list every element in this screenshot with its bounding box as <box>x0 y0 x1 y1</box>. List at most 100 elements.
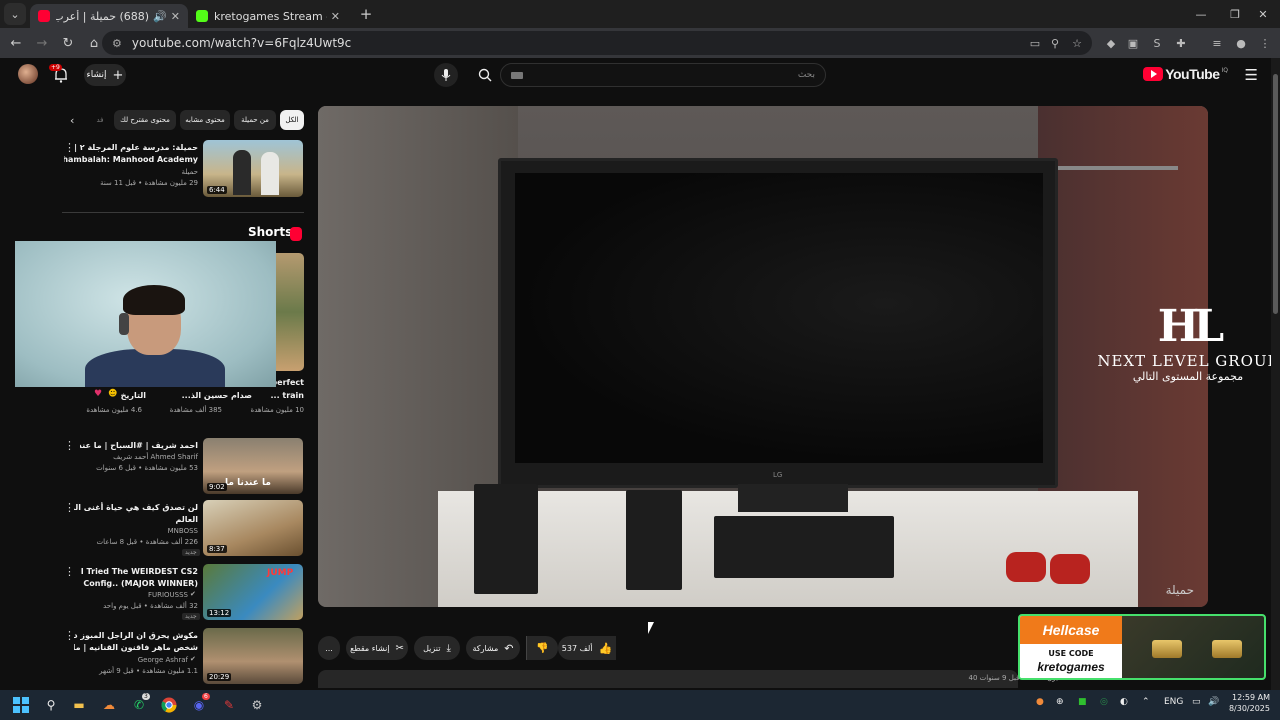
channel-name[interactable]: FURIOUSSS <box>80 590 188 600</box>
channel-name[interactable]: MNBOSS <box>80 526 198 536</box>
streamer-webcam <box>15 241 276 387</box>
scrollbar-thumb[interactable] <box>1273 74 1278 314</box>
video-menu-icon[interactable]: ⋮ <box>64 565 75 578</box>
cast-icon[interactable]: ▭ <box>1026 34 1044 52</box>
short-title[interactable]: صدام حسين الذ... <box>168 390 252 401</box>
video-title[interactable]: مكوش يحرق ان الراجل المبوز دا بيه <box>74 630 198 641</box>
network-icon[interactable]: ▭ <box>1192 697 1201 707</box>
verified-icon: ✔ <box>190 655 196 663</box>
input-language[interactable]: ENG <box>1164 697 1183 707</box>
steam-icon[interactable]: ◐ <box>1120 697 1128 707</box>
search-button[interactable] <box>472 63 498 87</box>
zoom-icon[interactable]: ⚲ <box>1046 34 1064 52</box>
video-thumbnail[interactable]: JUMP 13:12 <box>203 564 303 620</box>
bookmark-star-icon[interactable]: ☆ <box>1068 34 1086 52</box>
close-window-icon[interactable]: ✕ <box>1246 0 1280 28</box>
search-icon[interactable]: ⚲ <box>42 696 60 714</box>
back-icon[interactable]: ← <box>4 36 28 51</box>
video-thumbnail[interactable]: 6:44 <box>203 140 303 197</box>
video-menu-icon[interactable]: ⋮ <box>64 141 75 154</box>
video-title[interactable]: حميلة: مدرسة علوم المرجلة ٢ | 2 <box>74 142 198 153</box>
media-control-icon[interactable]: ≡ <box>1208 34 1226 52</box>
profile-icon[interactable]: ● <box>1232 34 1250 52</box>
extension-icon[interactable]: S <box>1148 34 1166 52</box>
chip-similar[interactable]: محتوى مشابه <box>180 110 230 130</box>
windows-start-icon[interactable] <box>12 696 30 714</box>
video-thumbnail[interactable]: 20:29 <box>203 628 303 684</box>
video-title[interactable]: Config.. (MAJOR WINNER) <box>80 578 198 589</box>
hellcase-code: kretogames <box>1037 660 1105 674</box>
minimize-icon[interactable]: — <box>1184 0 1218 28</box>
whatsapp-badge: 3 <box>142 693 150 700</box>
like-button[interactable]: 537 ألف 👍 <box>558 636 616 660</box>
channel-name[interactable]: Ahmed Sharif أحمد شريف <box>80 452 198 462</box>
chip-recommended[interactable]: محتوى مقترح لك <box>114 110 176 130</box>
account-avatar[interactable] <box>18 64 38 84</box>
tray-chevron-icon[interactable]: ⌃ <box>1142 697 1150 707</box>
tab-kretogames[interactable]: kretogames Stream - Watch Live ✕ <box>188 4 348 28</box>
cloud-app-icon[interactable]: ☁ <box>100 696 118 714</box>
short-title[interactable]: train ... <box>262 390 304 401</box>
video-thumbnail[interactable]: 8:37 <box>203 500 303 556</box>
more-actions-button[interactable]: ... <box>318 636 340 660</box>
video-menu-icon[interactable]: ⋮ <box>64 629 75 642</box>
browser-menu-icon[interactable]: ⋮ <box>1256 34 1274 52</box>
tab-close-icon[interactable]: ✕ <box>331 10 340 23</box>
new-tab-icon[interactable]: + <box>354 5 378 23</box>
video-title[interactable]: لن تصدق كيف هي حياة أغنى المراهقين في <box>74 502 198 513</box>
clip-button[interactable]: إنشاء مقطع ✂ <box>346 636 408 660</box>
chip-from-channel[interactable]: من حميلة <box>234 110 276 130</box>
youtube-logo[interactable]: YouTube IQ <box>1143 66 1228 82</box>
app-icon[interactable]: ✎ <box>220 696 238 714</box>
file-explorer-icon[interactable]: ▬ <box>70 696 88 714</box>
channel-name[interactable]: حميلة <box>80 167 198 177</box>
nlg-arabic-name: مجموعة المستوى التالي <box>1132 370 1244 383</box>
tray-icon[interactable]: ◎ <box>1100 697 1108 707</box>
share-label: مشاركة <box>472 643 499 653</box>
site-info-icon[interactable]: ⚙ <box>112 37 122 50</box>
video-player[interactable]: LG حميلة <box>318 106 1208 607</box>
video-title[interactable]: العالم <box>74 514 198 525</box>
video-menu-icon[interactable]: ⋮ <box>64 439 75 452</box>
reload-icon[interactable]: ↻ <box>56 36 80 51</box>
hamburger-menu-icon[interactable]: ☰ <box>1245 66 1258 84</box>
video-duration: 6:44 <box>207 186 227 194</box>
dislike-button[interactable]: 👎 <box>526 636 558 660</box>
tray-icon[interactable]: ■ <box>1078 697 1087 707</box>
video-thumbnail[interactable]: ما عندنا ما 9:02 <box>203 438 303 494</box>
extension-icon[interactable]: ▣ <box>1124 34 1142 52</box>
puzzle-icon[interactable]: ✚ <box>1172 34 1190 52</box>
download-button[interactable]: تنزيل ⤓ <box>414 636 460 660</box>
scene-speaker <box>626 490 682 590</box>
chrome-icon[interactable] <box>160 696 178 714</box>
video-title[interactable]: احمد شريف | #السباح | ما عندنا مانع ! <box>80 440 198 451</box>
short-thumbnail[interactable] <box>276 253 304 371</box>
audio-icon[interactable]: 🔊 <box>153 10 167 23</box>
video-menu-icon[interactable]: ⋮ <box>64 501 75 514</box>
steam-like-icon[interactable]: ⚙ <box>248 696 266 714</box>
create-button[interactable]: إنشاء + <box>84 64 126 86</box>
channel-name[interactable]: George Ashraf <box>80 655 188 665</box>
logo-text: YouTube <box>1165 66 1220 82</box>
new-badge: جديد <box>182 613 200 620</box>
tab-youtube[interactable]: (688) حميلة | أعرب - YouTube 🔊 ✕ <box>30 4 188 28</box>
video-title[interactable]: Khambalah: Manhood Academy <box>64 154 198 165</box>
keyboard-icon[interactable] <box>511 72 523 79</box>
tray-icon[interactable]: ● <box>1036 697 1044 707</box>
share-button[interactable]: مشاركة ↶ <box>466 636 520 660</box>
tab-close-icon[interactable]: ✕ <box>171 10 180 23</box>
volume-icon[interactable]: 🔊 <box>1208 697 1219 707</box>
video-title[interactable]: شخص ماهر فاقنون القنانيه | ملخص فيلم ... <box>74 642 198 653</box>
tab-search-icon[interactable]: ⌄ <box>4 3 26 25</box>
voice-search-button[interactable] <box>434 63 458 87</box>
address-bar[interactable]: ⚙ youtube.com/watch?v=6Fqlz4Uwt9c <box>102 31 1092 55</box>
video-title[interactable]: I Tried The WEIRDEST CS2 <box>80 566 198 577</box>
forward-icon[interactable]: → <box>30 36 54 51</box>
system-clock[interactable]: 12:59 AM 8/30/2025 <box>1226 692 1270 714</box>
tray-icon[interactable]: ⊕ <box>1056 697 1064 707</box>
extension-icon[interactable]: ◆ <box>1102 34 1120 52</box>
chip-more[interactable]: فد <box>90 110 110 130</box>
description-box[interactable]: 40 مليون مشاهدة قبل 9 سنوات <box>318 670 1064 688</box>
chip-all[interactable]: الكل <box>280 110 304 130</box>
search-input[interactable]: بحث <box>500 63 826 87</box>
